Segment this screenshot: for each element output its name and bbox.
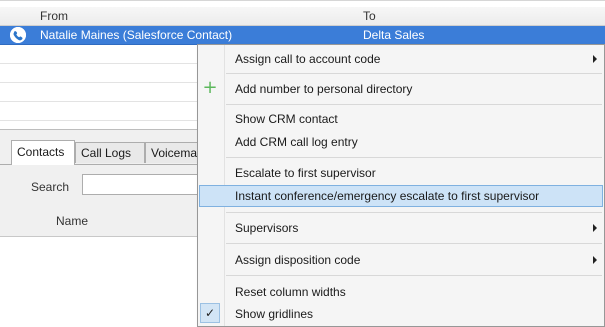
column-header-from[interactable]: From	[40, 9, 68, 23]
menu-item-label: Supervisors	[235, 221, 299, 235]
tab-call-logs[interactable]: Call Logs	[75, 142, 145, 163]
menu-item-show-crm-contact[interactable]: Show CRM contact	[199, 108, 603, 130]
menu-separator	[226, 243, 602, 244]
menu-item-instant-conference-escalate[interactable]: Instant conference/emergency escalate to…	[199, 185, 603, 207]
checkmark-icon: ✓	[200, 303, 220, 323]
menu-item-label: Escalate to first supervisor	[235, 166, 376, 180]
submenu-arrow-icon	[593, 55, 597, 63]
phone-icon	[10, 27, 26, 43]
menu-item-supervisors[interactable]: Supervisors	[199, 217, 603, 239]
menu-item-escalate-supervisor[interactable]: Escalate to first supervisor	[199, 162, 603, 184]
search-label: Search	[31, 180, 70, 194]
call-destination: Delta Sales	[363, 28, 425, 42]
menu-item-label: Instant conference/emergency escalate to…	[235, 189, 540, 203]
context-menu: Assign call to account code + Add number…	[197, 44, 605, 327]
menu-item-assign-account-code[interactable]: Assign call to account code	[199, 48, 603, 70]
submenu-arrow-icon	[593, 256, 597, 264]
menu-item-label: Show CRM contact	[235, 112, 338, 126]
menu-item-add-crm-call-log[interactable]: Add CRM call log entry	[199, 131, 603, 153]
menu-separator	[226, 73, 602, 74]
menu-item-label: Show gridlines	[235, 307, 314, 321]
menu-item-label: Add CRM call log entry	[235, 135, 358, 149]
tab-contacts[interactable]: Contacts	[11, 140, 75, 165]
column-header-name[interactable]: Name	[56, 214, 88, 228]
submenu-arrow-icon	[593, 224, 597, 232]
menu-separator	[226, 104, 602, 105]
menu-separator	[226, 157, 602, 158]
menu-item-add-to-directory[interactable]: + Add number to personal directory	[199, 78, 603, 100]
menu-item-show-gridlines[interactable]: ✓ Show gridlines	[199, 303, 603, 325]
tab-voicemail[interactable]: Voicemail	[145, 142, 205, 163]
menu-separator	[226, 212, 602, 213]
menu-item-reset-column-widths[interactable]: Reset column widths	[199, 281, 603, 303]
plus-icon: +	[202, 77, 218, 98]
column-header-to[interactable]: To	[363, 9, 376, 23]
menu-item-label: Reset column widths	[235, 285, 346, 299]
menu-item-label: Add number to personal directory	[235, 82, 413, 96]
caller-name: Natalie Maines (Salesforce Contact)	[40, 28, 233, 42]
menu-item-label: Assign call to account code	[235, 52, 381, 66]
search-input[interactable]	[82, 174, 212, 195]
menu-item-assign-disposition-code[interactable]: Assign disposition code	[199, 249, 603, 271]
call-grid-header: From To	[0, 7, 605, 26]
menu-item-label: Assign disposition code	[235, 253, 361, 267]
menu-separator	[226, 275, 602, 276]
call-row[interactable]: Natalie Maines (Salesforce Contact) Delt…	[0, 26, 605, 45]
